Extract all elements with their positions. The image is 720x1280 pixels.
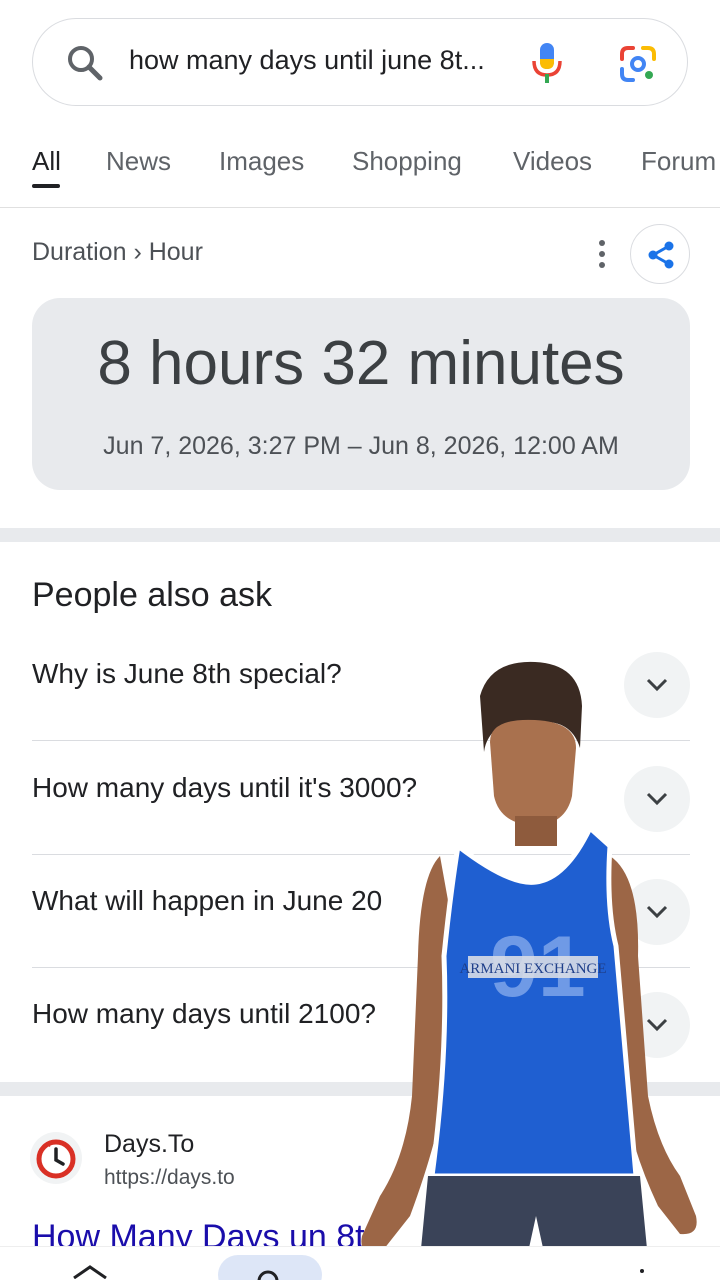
tab-news[interactable]: News — [106, 146, 171, 177]
share-icon — [648, 241, 674, 269]
duration-value: 8 hours 32 minutes — [97, 329, 625, 398]
tab-forum[interactable]: Forum — [641, 146, 716, 177]
site-url[interactable]: https://days.to — [104, 1166, 235, 1190]
more-menu-icon[interactable] — [640, 1269, 644, 1273]
tab-images[interactable]: Images — [219, 146, 304, 177]
search-bar[interactable]: how many days until june 8t... — [32, 18, 688, 106]
more-options-icon[interactable] — [592, 236, 612, 272]
section-divider — [0, 528, 720, 542]
tab-videos[interactable]: Videos — [513, 146, 592, 177]
tab-shopping[interactable]: Shopping — [352, 146, 462, 177]
paa-question: What will happen in June 20 — [32, 885, 383, 916]
duration-card: 8 hours 32 minutes Jun 7, 2026, 3:27 PM … — [32, 298, 690, 490]
paa-question: Why is June 8th special? — [32, 658, 342, 689]
search-input[interactable]: how many days until june 8t... — [129, 45, 489, 76]
paa-question: How many days until 2100? — [32, 998, 376, 1029]
jersey-brand: ARMANI EXCHANGE — [459, 961, 606, 977]
active-tab-indicator — [32, 184, 60, 188]
bottom-navigation — [0, 1246, 720, 1280]
microphone-icon[interactable] — [529, 41, 565, 85]
share-button[interactable] — [630, 224, 690, 284]
person-overlay-image: 91 ARMANI EXCHANGE — [361, 661, 697, 1280]
date-range: Jun 7, 2026, 3:27 PM – Jun 8, 2026, 12:0… — [103, 432, 619, 460]
site-favicon[interactable] — [30, 1132, 82, 1184]
search-icon — [257, 1270, 279, 1280]
site-name[interactable]: Days.To — [104, 1130, 194, 1159]
google-lens-icon[interactable] — [619, 45, 657, 83]
search-icon[interactable] — [65, 43, 105, 83]
tab-all[interactable]: All — [32, 146, 61, 177]
breadcrumb: Duration › Hour — [32, 238, 203, 266]
clock-icon — [36, 1139, 76, 1179]
search-nav-button[interactable] — [218, 1255, 322, 1280]
people-also-ask-title: People also ask — [32, 576, 273, 614]
search-tabs: All News Images Shopping Videos Forum — [0, 140, 720, 208]
home-icon[interactable] — [72, 1265, 108, 1279]
